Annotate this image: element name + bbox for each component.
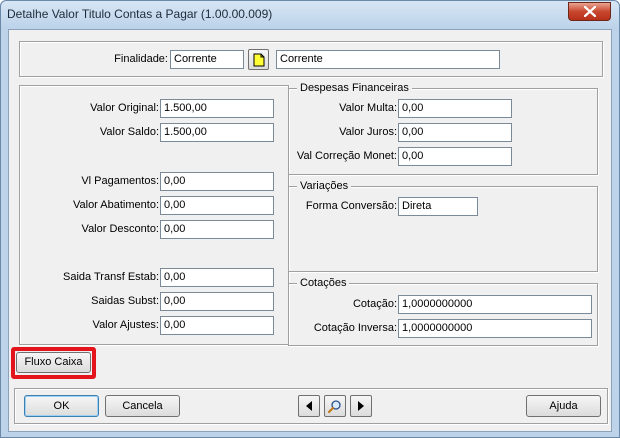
arrow-left-icon	[306, 401, 312, 411]
valor-original-label: Valor Original:	[90, 102, 159, 114]
vl-pagamentos-field[interactable]: 0,00	[160, 172, 274, 191]
saida-transf-estab-field[interactable]: 0,00	[160, 268, 274, 287]
vl-pagamentos-label: Vl Pagamentos:	[81, 175, 159, 187]
finalidade-panel: Finalidade: Corrente Corrente	[19, 41, 603, 77]
dialog-window: Detalhe Valor Titulo Contas a Pagar (1.0…	[0, 0, 620, 438]
window-title: Detalhe Valor Titulo Contas a Pagar (1.0…	[7, 7, 273, 21]
search-button[interactable]	[324, 395, 346, 417]
cotacoes-group: Cotações Cotação: 1,0000000000 Cotação I…	[288, 277, 598, 346]
valor-multa-field[interactable]: 0,00	[398, 99, 512, 118]
valores-panel: Valor Original: 1.500,00 Valor Saldo: 1.…	[19, 85, 289, 345]
valor-juros-field[interactable]: 0,00	[398, 123, 512, 142]
valor-juros-label: Valor Juros:	[339, 126, 397, 138]
forma-conversao-label: Forma Conversão:	[305, 200, 397, 212]
next-button[interactable]	[350, 395, 372, 417]
saida-transf-estab-label: Saida Transf Estab:	[63, 271, 159, 283]
finalidade-zoom-button[interactable]	[248, 49, 269, 70]
magnifier-icon	[327, 400, 341, 414]
close-icon	[583, 6, 596, 17]
cotacao-field[interactable]: 1,0000000000	[398, 295, 592, 314]
valor-abatimento-label: Valor Abatimento:	[72, 199, 159, 211]
despesas-financeiras-group: Despesas Financeiras Valor Multa: 0,00 V…	[288, 82, 598, 175]
despesas-financeiras-title: Despesas Financeiras	[297, 82, 412, 94]
valor-original-field[interactable]: 1.500,00	[160, 99, 274, 118]
finalidade-code-field[interactable]: Corrente	[170, 50, 244, 69]
val-correcao-monet-field[interactable]: 0,00	[398, 147, 512, 166]
variacoes-title: Variações	[297, 180, 352, 192]
finalidade-label: Finalidade:	[114, 53, 168, 65]
cotacao-inversa-label: Cotação Inversa:	[313, 322, 397, 334]
bottom-toolbar: OK Cancela Ajuda	[14, 388, 608, 424]
valor-ajustes-label: Valor Ajustes:	[92, 319, 159, 331]
title-bar[interactable]: Detalhe Valor Titulo Contas a Pagar (1.0…	[1, 1, 619, 28]
cotacao-inversa-field[interactable]: 1,0000000000	[398, 319, 592, 338]
saidas-subst-field[interactable]: 0,00	[160, 292, 274, 311]
ok-button[interactable]: OK	[24, 395, 99, 417]
saidas-subst-label: Saidas Subst:	[91, 295, 159, 307]
valor-ajustes-field[interactable]: 0,00	[160, 316, 274, 335]
val-correcao-monet-label: Val Correção Monet:	[296, 150, 397, 162]
fluxo-caixa-button[interactable]: Fluxo Caixa	[16, 352, 91, 373]
valor-desconto-field[interactable]: 0,00	[160, 220, 274, 239]
zoom-lookup-icon	[253, 53, 264, 66]
forma-conversao-field[interactable]: Direta	[398, 197, 478, 216]
cotacoes-title: Cotações	[297, 277, 350, 289]
close-button[interactable]	[568, 2, 611, 21]
valor-abatimento-field[interactable]: 0,00	[160, 196, 274, 215]
valor-multa-label: Valor Multa:	[339, 102, 397, 114]
valor-saldo-label: Valor Saldo:	[99, 126, 159, 138]
valor-saldo-field[interactable]: 1.500,00	[160, 123, 274, 142]
finalidade-description-field[interactable]: Corrente	[276, 50, 500, 69]
dialog-content: Finalidade: Corrente Corrente Valor Orig…	[8, 29, 612, 432]
previous-button[interactable]	[298, 395, 320, 417]
variacoes-group: Variações Forma Conversão: Direta	[288, 180, 598, 272]
arrow-right-icon	[358, 401, 364, 411]
cancela-button[interactable]: Cancela	[105, 395, 180, 417]
cotacao-label: Cotação:	[352, 298, 397, 310]
ajuda-button[interactable]: Ajuda	[526, 395, 601, 417]
valor-desconto-label: Valor Desconto:	[81, 223, 159, 235]
